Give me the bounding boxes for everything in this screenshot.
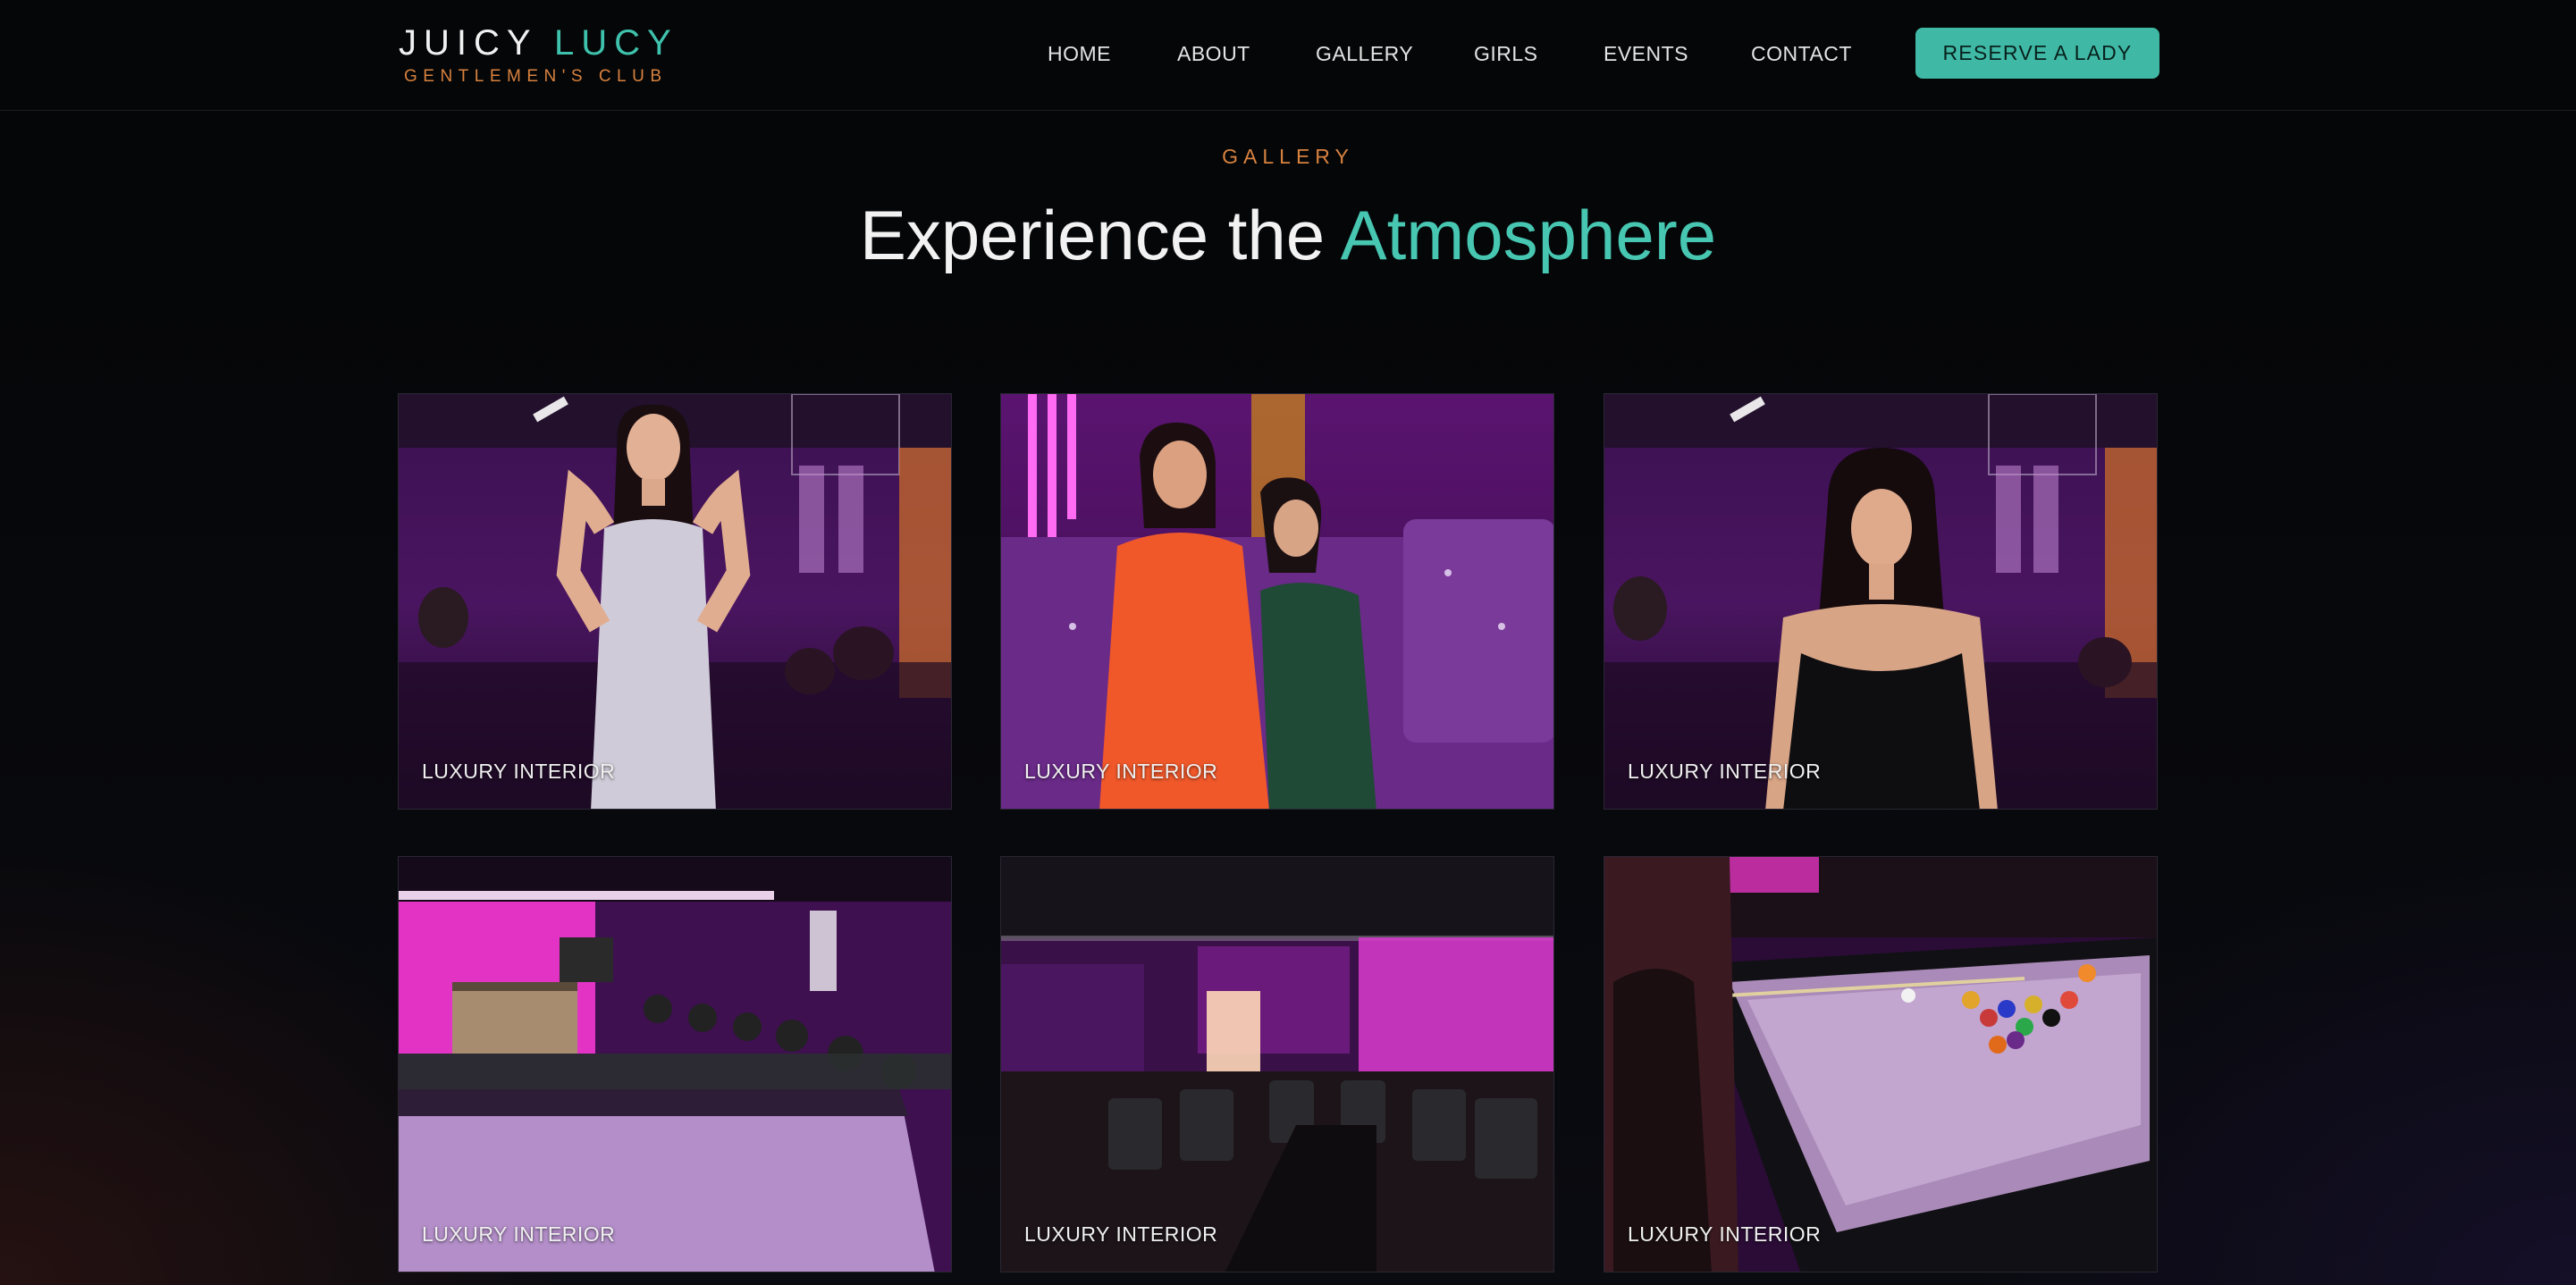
club-lounge-seating-photo [1001, 857, 1553, 1272]
gallery-grid: LUXURY INTERIOR LUXURY INTERIOR LUXURY I… [398, 393, 2160, 1285]
two-women-on-purple-sofa-photo [1001, 394, 1553, 809]
gallery-tile[interactable]: LUXURY INTERIOR [1604, 856, 2158, 1272]
main-nav: HOME ABOUT GALLERY GIRLS EVENTS CONTACT [0, 38, 2576, 70]
nav-girls-link[interactable]: GIRLS [1474, 38, 1538, 70]
tile-label: LUXURY INTERIOR [1024, 760, 1218, 783]
gallery-tile[interactable]: LUXURY INTERIOR [1604, 393, 2158, 810]
gallery-tile[interactable]: LUXURY INTERIOR [398, 393, 952, 810]
tile-label: LUXURY INTERIOR [1628, 1222, 1822, 1246]
nav-gallery-link[interactable]: GALLERY [1316, 38, 1413, 70]
bar-with-pool-table-photo [399, 857, 951, 1272]
nav-events-link[interactable]: EVENTS [1604, 38, 1688, 70]
section-title-part2: Atmosphere [1340, 196, 1717, 274]
gallery-tile[interactable]: LUXURY INTERIOR [1000, 393, 1554, 810]
section-title: Experience the Atmosphere [0, 192, 2576, 278]
tile-label: LUXURY INTERIOR [422, 1222, 616, 1246]
gallery-tile[interactable]: LUXURY INTERIOR [1000, 856, 1554, 1272]
tile-label: LUXURY INTERIOR [422, 760, 616, 783]
nav-contact-link[interactable]: CONTACT [1751, 38, 1852, 70]
site-header: JUICY LUCY GENTLEMEN'S CLUB HOME ABOUT G… [0, 0, 2576, 111]
woman-in-black-dress-photo [1604, 394, 2157, 809]
woman-in-silver-dress-photo [399, 394, 951, 809]
gallery-tile[interactable]: LUXURY INTERIOR [398, 856, 952, 1272]
reserve-a-lady-button[interactable]: RESERVE A LADY [1915, 28, 2159, 79]
section-title-part1: Experience the [859, 196, 1326, 274]
nav-home-link[interactable]: HOME [1048, 38, 1111, 70]
tile-label: LUXURY INTERIOR [1024, 1222, 1218, 1246]
pool-table-game-photo [1604, 857, 2157, 1272]
tile-label: LUXURY INTERIOR [1628, 760, 1822, 783]
section-eyebrow: GALLERY [1222, 145, 1354, 168]
nav-about-link[interactable]: ABOUT [1177, 38, 1250, 70]
